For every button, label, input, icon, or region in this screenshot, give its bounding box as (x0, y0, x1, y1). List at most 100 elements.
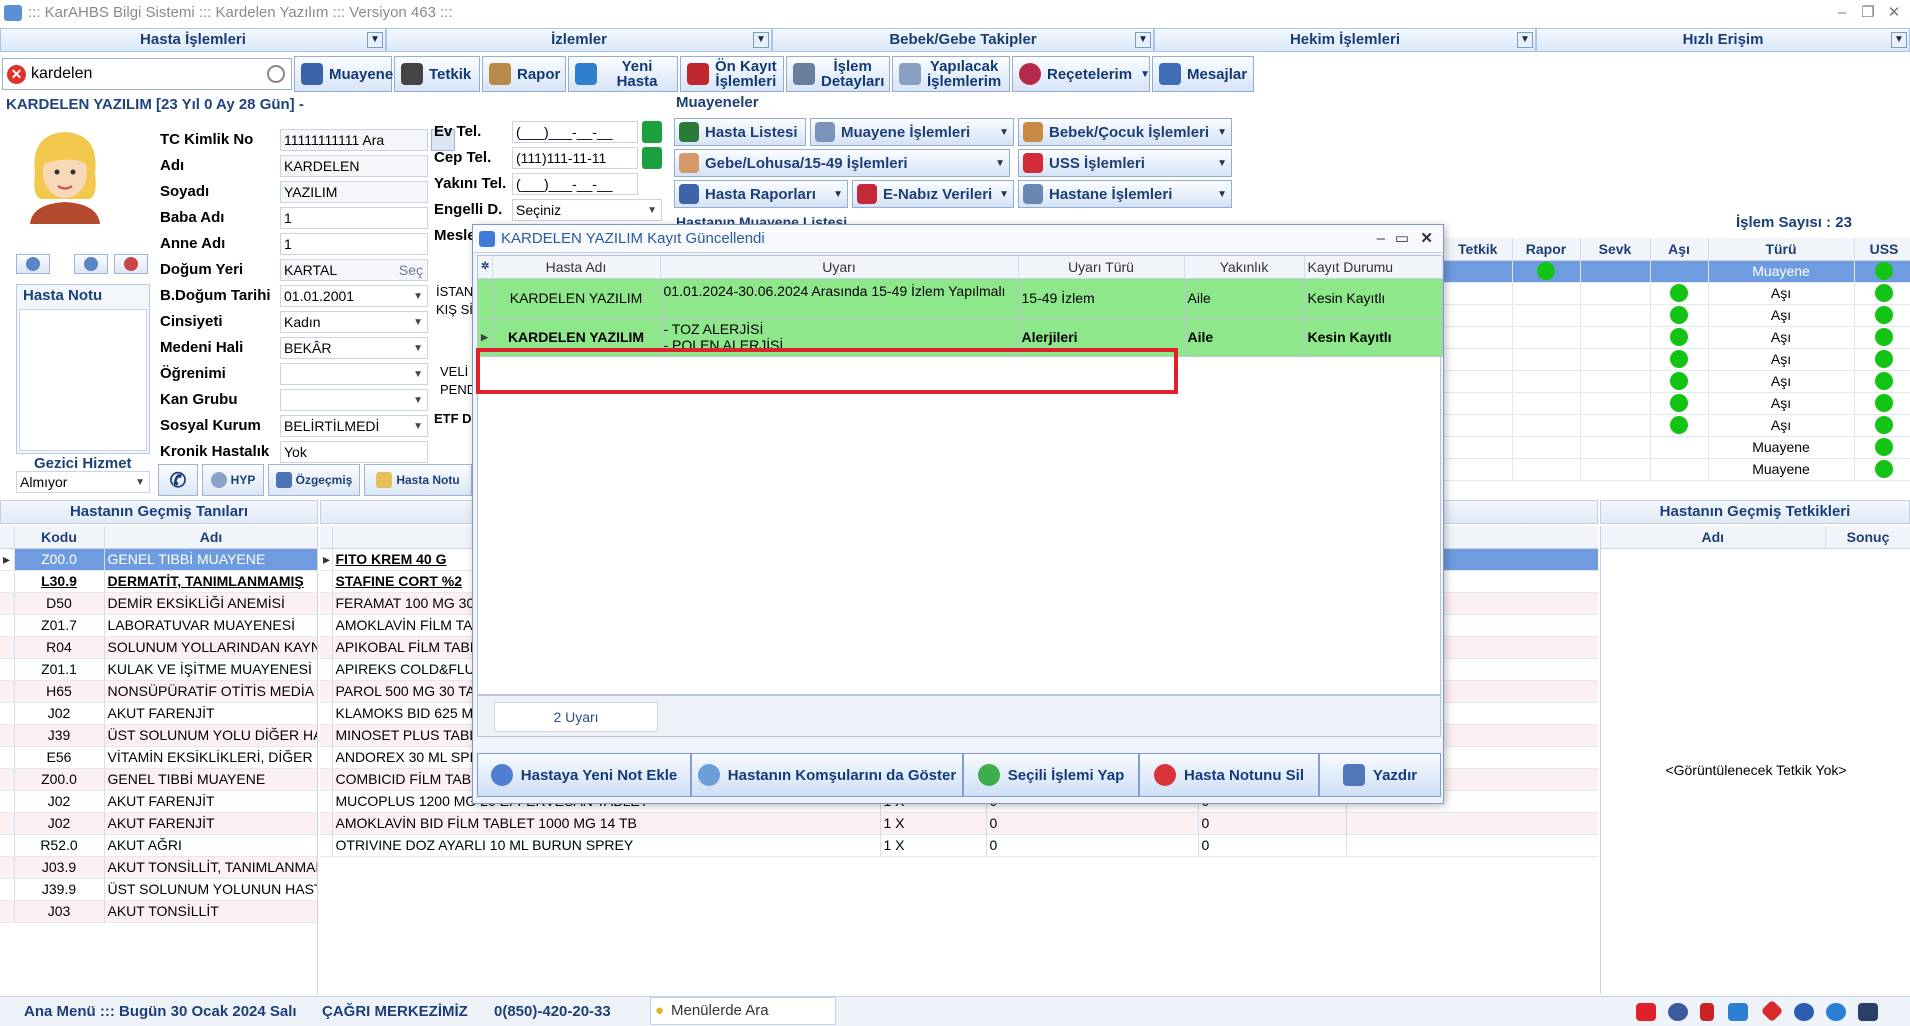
chevron-down-icon[interactable]: ▼ (753, 32, 769, 48)
menu-bebek-gebe[interactable]: Bebek/Gebe Takipler ▼ (772, 28, 1154, 52)
ilac-row[interactable]: AMOKLAVİN BID FİLM TABLET 1000 MG 14 TB 1… (320, 812, 1598, 835)
uyari-row[interactable]: KARDELEN YAZILIM 01.01.2024-30.06.2024 A… (478, 278, 1443, 319)
tani-row[interactable]: J39 ÜST SOLUNUM YOLU DİĞER HAST (0, 724, 317, 747)
close-icon[interactable]: ✕ (1882, 0, 1906, 26)
minimize-icon[interactable]: – (1377, 225, 1385, 253)
youtube-icon[interactable] (1636, 1003, 1656, 1021)
chevron-down-icon[interactable]: ▼ (1140, 67, 1150, 82)
tani-row[interactable]: ▸ Z00.0 GENEL TIBBİ MUAYENE (0, 548, 317, 571)
maximize-icon[interactable]: ▭ (1395, 225, 1409, 253)
yeni-not-ekle-button[interactable]: Hastaya Yeni Not Ekle (477, 753, 691, 797)
photo-edit-button[interactable] (74, 254, 108, 274)
islem-detaylari-button[interactable]: İşlem Detayları (786, 56, 890, 92)
tani-row[interactable]: J39.9 ÜST SOLUNUM YOLUNUN HASTAL (0, 878, 317, 901)
hyp-button[interactable]: HYP (202, 464, 264, 496)
menu-izlemler[interactable]: İzlemler ▼ (386, 28, 772, 52)
tani-row[interactable]: Z01.1 KULAK VE İŞİTME MUAYENESİ (0, 658, 317, 681)
field-input[interactable]: BELİRTİLMEDİ ▼ (280, 415, 428, 437)
muayene-menu-button[interactable]: Gebe/Lohusa/15-49 İşlemleri ▼ (674, 149, 1010, 177)
field-input[interactable]: 11111111111 Ara (280, 129, 455, 151)
gem-icon[interactable] (1760, 999, 1784, 1023)
muayene-row[interactable]: Aşı (1444, 392, 1910, 415)
gezici-hizmet-select[interactable]: Almıyor ▼ (16, 471, 150, 493)
muayene-menu-button[interactable]: Hasta Raporları ▼ (674, 180, 848, 208)
contact-input[interactable]: (___)___-__-__ (512, 173, 638, 195)
document-icon[interactable] (1700, 1003, 1714, 1021)
tani-row[interactable]: D50 DEMİR EKSİKLİĞİ ANEMİSİ (0, 592, 317, 615)
chevron-down-icon[interactable]: ▼ (1217, 158, 1227, 169)
phone-button[interactable]: ✆ (158, 464, 198, 496)
hasta-notu-button[interactable]: Hasta Notu (364, 464, 472, 496)
tani-row[interactable]: Z01.7 LABORATUVAR MUAYENESİ (0, 614, 317, 637)
chevron-down-icon[interactable]: ▼ (1135, 32, 1151, 48)
tani-row[interactable]: J02 AKUT FARENJİT (0, 790, 317, 813)
info-icon[interactable] (1794, 1003, 1814, 1021)
hasta-notu-text[interactable] (19, 309, 147, 451)
contact-input[interactable]: (111)111-11-11 (512, 147, 638, 169)
field-input[interactable]: BEKÂR ▼ (280, 337, 428, 359)
muayene-col-header[interactable]: Rapor (1512, 238, 1581, 261)
chevron-down-icon[interactable]: ▼ (413, 339, 423, 359)
chevron-down-icon[interactable]: ▼ (367, 32, 383, 48)
tani-row[interactable]: J03.9 AKUT TONSİLLİT, TANIMLANMAMIŞ (0, 856, 317, 879)
muayene-menu-button[interactable]: Hastane İşlemleri ▼ (1018, 180, 1232, 208)
chevron-down-icon[interactable]: ▼ (1217, 127, 1227, 138)
muayene-col-header[interactable]: Türü (1708, 238, 1855, 261)
recetelerim-button[interactable]: Reçetelerim ▼ (1012, 56, 1150, 92)
field-input[interactable]: ▼ (280, 363, 428, 385)
chevron-down-icon[interactable]: ▼ (413, 417, 423, 437)
photo-button[interactable] (16, 254, 50, 274)
menu-hizli-erisim[interactable]: Hızlı Erişim ▼ (1536, 28, 1910, 52)
tani-row[interactable]: J03 AKUT TONSİLLİT (0, 900, 317, 923)
chevron-down-icon[interactable]: ▼ (413, 365, 423, 385)
muayene-row[interactable]: Aşı (1444, 326, 1910, 349)
chevron-down-icon[interactable]: ▼ (999, 127, 1009, 138)
tani-row[interactable]: Z00.0 GENEL TIBBİ MUAYENE (0, 768, 317, 791)
field-input[interactable]: ▼ (280, 389, 428, 411)
search-input[interactable] (31, 63, 259, 85)
tani-row[interactable]: H65 NONSÜPÜRATİF OTİTİS MEDİA (0, 680, 317, 703)
muayene-row[interactable]: Aşı (1444, 348, 1910, 371)
chevron-down-icon[interactable]: ▼ (1217, 189, 1227, 200)
chevron-down-icon[interactable]: ▼ (413, 287, 423, 307)
tani-row[interactable]: L30.9 DERMATİT, TANIMLANMAMIŞ (0, 570, 317, 593)
menu-hekim-islemleri[interactable]: Hekim İşlemleri ▼ (1154, 28, 1536, 52)
close-icon[interactable]: ✕ (1420, 225, 1433, 253)
field-input[interactable]: Yok (280, 441, 428, 463)
rapor-button[interactable]: Rapor (482, 56, 566, 92)
ozgecmis-button[interactable]: Özgeçmiş (268, 464, 360, 496)
menu-hasta-islemleri[interactable]: Hasta İşlemleri ▼ (0, 28, 386, 52)
refresh-icon[interactable] (642, 147, 662, 169)
tetkik-button[interactable]: Tetkik (394, 56, 480, 92)
field-input[interactable]: Kadın ▼ (280, 311, 428, 333)
help-icon[interactable] (1826, 1003, 1846, 1021)
contact-input[interactable]: (___)___-__-__ (512, 121, 638, 143)
muayene-menu-button[interactable]: Hasta Listesi (674, 118, 806, 146)
camera-icon[interactable] (1858, 1003, 1878, 1021)
muayene-row[interactable]: Aşı (1444, 370, 1910, 393)
muayene-row[interactable]: Muayene (1444, 458, 1910, 481)
muayene-row[interactable]: Muayene (1444, 260, 1910, 283)
photo-delete-button[interactable] (114, 254, 148, 274)
field-input[interactable]: KARDELEN (280, 155, 428, 177)
komsulari-goster-button[interactable]: Hastanın Komşularını da Göster (691, 753, 963, 797)
select-link[interactable]: Seç (399, 260, 423, 280)
muayene-row[interactable]: Aşı (1444, 304, 1910, 327)
chevron-down-icon[interactable]: ▼ (999, 189, 1009, 200)
tani-row[interactable]: R52.0 AKUT AĞRI (0, 834, 317, 857)
chevron-down-icon[interactable]: ▼ (413, 391, 423, 411)
mesajlar-button[interactable]: Mesajlar (1152, 56, 1254, 92)
chevron-down-icon[interactable]: ▼ (1517, 32, 1533, 48)
field-input[interactable]: 1 (280, 233, 428, 255)
muayene-row[interactable]: Aşı (1444, 414, 1910, 437)
field-input[interactable]: 1 (280, 207, 428, 229)
maximize-icon[interactable]: ❐ (1856, 0, 1880, 26)
field-input[interactable]: YAZILIM (280, 181, 428, 203)
muayene-col-header[interactable]: USS (1854, 238, 1910, 261)
chevron-down-icon[interactable]: ▼ (413, 313, 423, 333)
yazdir-button[interactable]: Yazdır (1319, 753, 1441, 797)
tani-row[interactable]: R04 SOLUNUM YOLLARINDAN KAYNAK (0, 636, 317, 659)
field-input[interactable]: 01.01.2001 ▼ (280, 285, 428, 307)
muayene-col-header[interactable]: Tetkik (1444, 238, 1513, 261)
tani-row[interactable]: J02 AKUT FARENJİT (0, 702, 317, 725)
